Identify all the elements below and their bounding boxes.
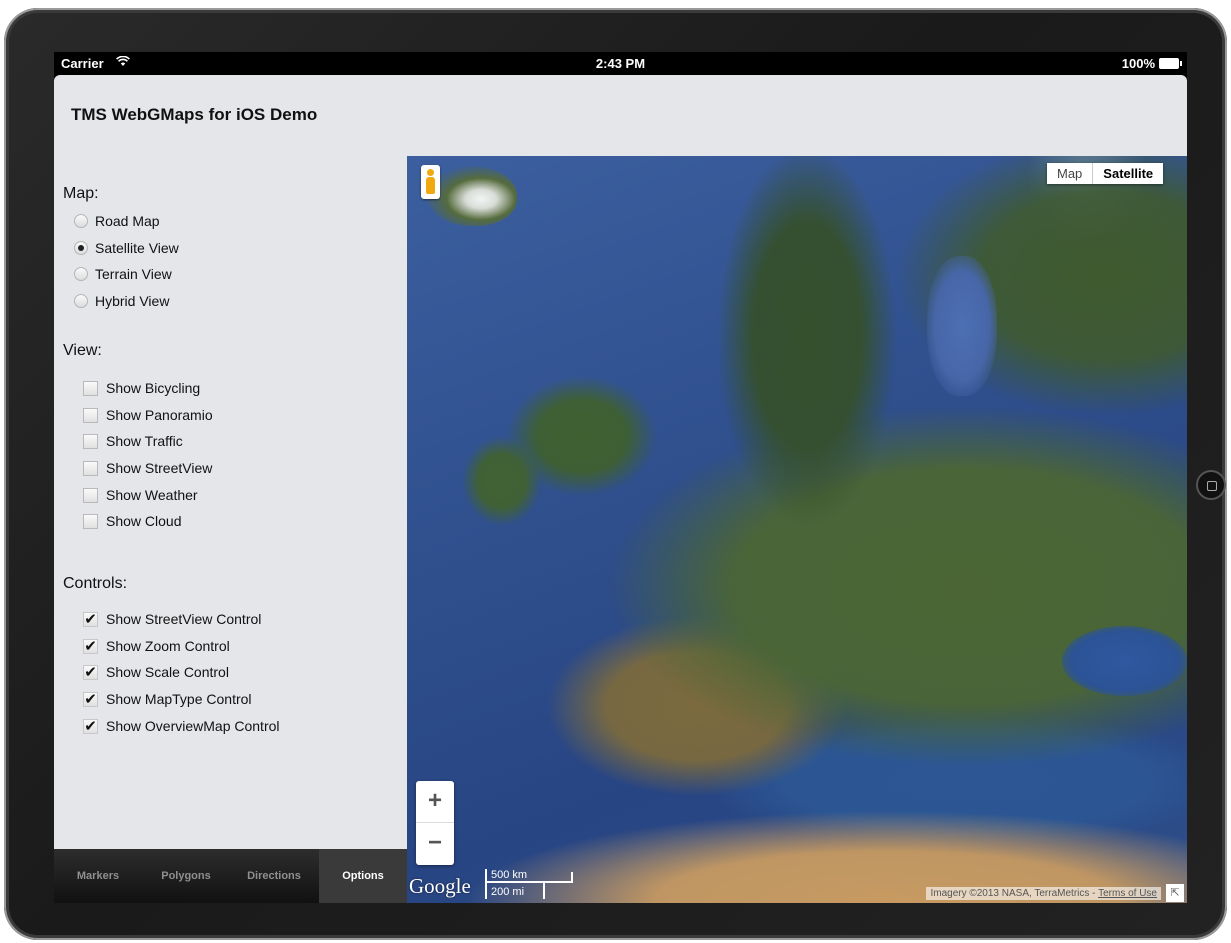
- checkbox-label: Show Bicycling: [106, 380, 201, 396]
- imagery-credit: Imagery ©2013 NASA, TerraMetrics -: [930, 888, 1099, 899]
- checkbox-show-panoramio[interactable]: Show Panoramio: [83, 407, 213, 423]
- radio-label: Hybrid View: [95, 293, 170, 309]
- checkbox[interactable]: ✔: [83, 718, 98, 734]
- checkbox-show-scale-control[interactable]: ✔ Show Scale Control: [83, 664, 229, 680]
- checkbox[interactable]: [83, 513, 98, 529]
- options-panel: Map: Road Map Satellite View Terrain Vie…: [54, 156, 407, 849]
- map-type-control: Map Satellite: [1047, 163, 1164, 184]
- overview-map-toggle-icon[interactable]: ⇱: [1166, 884, 1184, 902]
- radio-label: Satellite View: [95, 240, 179, 256]
- radio-button[interactable]: [74, 294, 88, 308]
- checkbox[interactable]: [83, 433, 98, 449]
- zoom-out-button[interactable]: −: [416, 823, 454, 864]
- radio-road-map[interactable]: Road Map: [74, 213, 160, 229]
- checkbox-show-cloud[interactable]: Show Cloud: [83, 513, 182, 529]
- checkbox[interactable]: [83, 460, 98, 476]
- checkbox-label: Show Panoramio: [106, 407, 213, 423]
- radio-satellite-view[interactable]: Satellite View: [74, 240, 179, 256]
- radio-hybrid-view[interactable]: Hybrid View: [74, 293, 169, 309]
- checkbox-label: Show OverviewMap Control: [106, 718, 280, 734]
- controls-section-title: Controls:: [63, 575, 128, 592]
- checkbox-show-bicycling[interactable]: Show Bicycling: [83, 380, 200, 396]
- clock: 2:43 PM: [595, 56, 646, 71]
- home-button[interactable]: [1196, 470, 1226, 500]
- checkbox-label: Show Cloud: [106, 513, 182, 529]
- black-sea: [1062, 626, 1187, 696]
- radio-button[interactable]: [74, 241, 88, 255]
- checkbox-show-streetview[interactable]: Show StreetView: [83, 460, 212, 476]
- tab-polygons[interactable]: Polygons: [142, 849, 230, 903]
- scale-bar: [485, 881, 573, 883]
- checkbox[interactable]: ✔: [83, 664, 98, 680]
- page-title: TMS WebGMaps for iOS Demo: [71, 105, 318, 124]
- checkbox-show-weather[interactable]: Show Weather: [83, 487, 198, 503]
- tab-markers[interactable]: Markers: [54, 849, 142, 903]
- scale-control: 500 km 200 mi: [485, 869, 573, 901]
- map-type-map-button[interactable]: Map: [1047, 163, 1094, 184]
- tab-options[interactable]: Options: [319, 849, 407, 903]
- radio-terrain-view[interactable]: Terrain View: [74, 266, 172, 282]
- scale-tick: [543, 883, 545, 899]
- checkbox-show-traffic[interactable]: Show Traffic: [83, 433, 183, 449]
- view-section-title: View:: [63, 342, 102, 359]
- pegman-icon[interactable]: [421, 165, 440, 199]
- checkbox-label: Show Weather: [106, 487, 198, 503]
- scale-mi-label: 200 mi: [491, 886, 525, 898]
- scale-tick: [485, 883, 487, 899]
- checkbox-show-overviewmap-control[interactable]: ✔ Show OverviewMap Control: [83, 718, 280, 734]
- satellite-map[interactable]: Map Satellite + − Google 500 km 200 mi I…: [407, 156, 1187, 903]
- map-section-title: Map:: [63, 185, 99, 202]
- checkbox-label: Show StreetView Control: [106, 611, 262, 627]
- screen: Carrier 2:43 PM 100% TMS WebGMaps for iO…: [54, 52, 1187, 903]
- checkbox[interactable]: [83, 487, 98, 503]
- checkbox[interactable]: [83, 407, 98, 423]
- terms-of-use-link[interactable]: Terms of Use: [1098, 888, 1157, 899]
- radio-label: Terrain View: [95, 266, 172, 282]
- checkbox[interactable]: ✔: [83, 691, 98, 707]
- checkbox-show-zoom-control[interactable]: ✔ Show Zoom Control: [83, 638, 230, 654]
- checkbox-label: Show Traffic: [106, 433, 183, 449]
- baltic-sea: [927, 256, 997, 396]
- map-attribution: Imagery ©2013 NASA, TerraMetrics - Terms…: [926, 887, 1161, 900]
- battery-percent: 100%: [1121, 56, 1155, 71]
- tab-directions[interactable]: Directions: [230, 849, 318, 903]
- zoom-control: + −: [416, 781, 454, 865]
- checkbox-label: Show Zoom Control: [106, 638, 230, 654]
- radio-label: Road Map: [95, 213, 160, 229]
- checkbox-label: Show Scale Control: [106, 664, 229, 680]
- checkbox[interactable]: ✔: [83, 611, 98, 627]
- scale-km-label: 500 km: [491, 869, 528, 881]
- google-logo[interactable]: Google: [409, 874, 471, 899]
- battery-icon: [1159, 58, 1182, 69]
- title-bar: TMS WebGMaps for iOS Demo: [54, 75, 1187, 156]
- radio-button[interactable]: [74, 267, 88, 281]
- checkbox[interactable]: [83, 380, 98, 396]
- map-type-satellite-button[interactable]: Satellite: [1093, 163, 1163, 184]
- checkbox-show-streetview-control[interactable]: ✔ Show StreetView Control: [83, 611, 261, 627]
- checkbox[interactable]: ✔: [83, 638, 98, 654]
- iceland-terrain: [427, 166, 517, 226]
- radio-button[interactable]: [74, 214, 88, 228]
- checkbox-label: Show MapType Control: [106, 691, 252, 707]
- status-bar: Carrier 2:43 PM 100%: [54, 52, 1187, 75]
- checkbox-show-maptype-control[interactable]: ✔ Show MapType Control: [83, 691, 252, 707]
- tab-bar: Markers Polygons Directions Options: [54, 849, 407, 903]
- zoom-in-button[interactable]: +: [416, 781, 454, 823]
- checkbox-label: Show StreetView: [106, 460, 213, 476]
